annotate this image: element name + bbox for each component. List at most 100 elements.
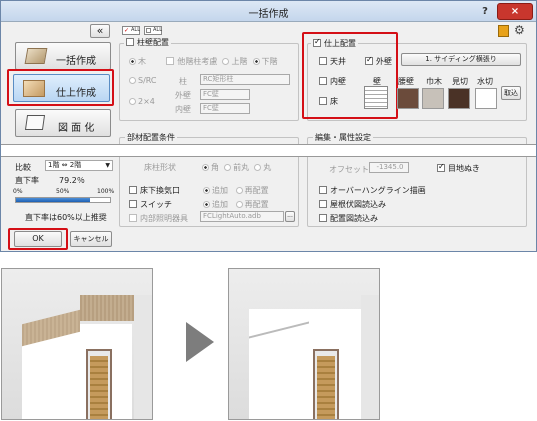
trim-label: 見切 bbox=[452, 77, 468, 86]
two-by-four-label: 2×4 bbox=[138, 97, 155, 106]
siding-button[interactable]: 1. サイディング横張り bbox=[401, 53, 521, 66]
floor-compare-select[interactable]: 1階 ⇔ 2階 ▼ bbox=[45, 160, 113, 171]
switch-checkbox[interactable] bbox=[129, 200, 137, 208]
offset-field[interactable]: -1345.0 bbox=[369, 162, 409, 173]
pillar-select[interactable]: RC矩形柱 bbox=[200, 74, 290, 85]
finish-checkbox[interactable] bbox=[313, 37, 321, 47]
column-wall-checkbox[interactable] bbox=[126, 38, 134, 46]
tab-bulk-create[interactable]: 一括作成 bbox=[15, 42, 111, 70]
square-radio[interactable] bbox=[202, 164, 209, 171]
baseboard-label: 巾木 bbox=[426, 77, 442, 86]
lighting-label: 内部照明器具 bbox=[140, 214, 188, 223]
round-radio[interactable] bbox=[254, 164, 262, 171]
lighting-file-field[interactable]: FCLightAuto.adb bbox=[200, 211, 284, 222]
vent-row: 床下換気口 bbox=[129, 185, 180, 196]
switch-mode: 追加 再配置 bbox=[203, 199, 269, 210]
upper-floor-radio[interactable] bbox=[222, 58, 230, 65]
ratio-label: 比較 bbox=[15, 163, 31, 172]
gear-icon[interactable]: ⚙ bbox=[514, 24, 525, 36]
drip-swatch[interactable] bbox=[475, 88, 497, 109]
direct-ratio-value: 79.2％ bbox=[59, 176, 85, 185]
vent-add-radio[interactable] bbox=[203, 187, 210, 194]
house-icon bbox=[24, 48, 48, 64]
roof-plan-row: 屋根伏図読込み bbox=[319, 199, 386, 210]
switch-replace-radio[interactable] bbox=[235, 201, 243, 208]
title-bar: 一括作成 ? × bbox=[1, 1, 536, 22]
overhang-row: オーバーハングライン描画 bbox=[319, 185, 426, 196]
round-label: 丸 bbox=[263, 163, 272, 172]
help-button[interactable]: ? bbox=[475, 3, 495, 20]
src-label: S/RC bbox=[138, 76, 157, 85]
group-title: 仕上配置 bbox=[324, 39, 356, 48]
inner-wall-finish-label: 内壁 bbox=[330, 77, 346, 86]
arrow-right-icon bbox=[186, 322, 214, 362]
right-wall bbox=[361, 295, 379, 419]
dropdown-arrow-icon: ▼ bbox=[105, 162, 110, 169]
tab-label: 図 面 化 bbox=[58, 123, 95, 134]
wood-radio[interactable] bbox=[129, 58, 136, 65]
front-round-radio[interactable] bbox=[224, 164, 232, 171]
ceiling-checkbox[interactable] bbox=[319, 57, 327, 65]
browse-button[interactable]: ... bbox=[285, 211, 295, 222]
floor-checkbox[interactable] bbox=[319, 97, 327, 105]
ok-button[interactable]: OK bbox=[14, 231, 62, 247]
wall-body bbox=[249, 309, 361, 419]
book-icon[interactable] bbox=[498, 25, 509, 37]
lighting-row: 内部照明器具 bbox=[129, 213, 188, 224]
uncheck-all-chip[interactable]: ALL bbox=[144, 26, 162, 35]
tab-label: 仕上作成 bbox=[56, 88, 96, 99]
direct-ratio-label: 直下率 bbox=[15, 176, 39, 185]
floor-label: 床 bbox=[330, 97, 338, 106]
collapse-button[interactable]: « bbox=[90, 24, 110, 38]
src-radio[interactable] bbox=[129, 77, 136, 84]
chip-label: ALL bbox=[131, 27, 140, 33]
tick-0: 0% bbox=[13, 188, 23, 195]
grain-checkbox[interactable] bbox=[437, 162, 445, 172]
members-title: 部材配置条件 bbox=[125, 132, 177, 143]
outer-wall-label: 外壁 bbox=[175, 91, 191, 100]
vent-checkbox[interactable] bbox=[129, 186, 137, 194]
tab-finish-create[interactable]: 仕上作成 bbox=[13, 74, 110, 102]
ratio-note: 直下率は60%以上推奨 bbox=[25, 213, 107, 222]
outer-wall-finish-label: 外壁 bbox=[376, 57, 392, 66]
baseboard-swatch[interactable] bbox=[422, 88, 444, 109]
door-frame bbox=[313, 349, 339, 419]
inner-wall-checkbox[interactable] bbox=[319, 77, 327, 85]
switch-add-radio[interactable] bbox=[203, 201, 210, 208]
door-panel bbox=[90, 356, 108, 419]
door-panel bbox=[317, 356, 335, 419]
cancel-button[interactable]: キャンセル bbox=[70, 231, 112, 247]
wood-label: 木 bbox=[138, 57, 146, 66]
edit-title: 編集・属性設定 bbox=[313, 132, 373, 143]
grain-label: 目地ぬき bbox=[448, 164, 480, 173]
lighting-checkbox[interactable] bbox=[129, 214, 137, 222]
two-by-four-radio[interactable] bbox=[129, 98, 136, 105]
import-button[interactable]: 取込 bbox=[501, 86, 521, 100]
outer-wall-select[interactable]: FC壁 bbox=[200, 89, 250, 100]
check-all-chip[interactable]: ✓ ALL bbox=[122, 26, 140, 35]
layout-plan-checkbox[interactable] bbox=[319, 214, 327, 222]
close-button[interactable]: × bbox=[497, 3, 533, 20]
column-wall-title: 柱壁配置 bbox=[124, 37, 171, 48]
floor-compare-value: 1階 ⇔ 2階 bbox=[48, 161, 82, 169]
replace-label: 再配置 bbox=[244, 200, 269, 209]
overhang-checkbox[interactable] bbox=[319, 186, 327, 194]
lower-label: 下階 bbox=[261, 57, 278, 66]
vent-replace-radio[interactable] bbox=[235, 187, 243, 194]
upper-label: 上階 bbox=[231, 57, 248, 66]
door-frame bbox=[86, 349, 112, 419]
outer-wall-checkbox[interactable] bbox=[365, 55, 373, 65]
wall-pattern-swatch[interactable] bbox=[364, 86, 388, 109]
lower-floor-radio[interactable] bbox=[252, 58, 260, 65]
overhang-label: オーバーハングライン描画 bbox=[330, 186, 426, 195]
tab-drawing[interactable]: 図 面 化 bbox=[15, 109, 111, 137]
consider-other-floor-check[interactable] bbox=[166, 57, 175, 65]
add-label: 追加 bbox=[212, 200, 228, 209]
after-image bbox=[228, 268, 380, 420]
chip-label: ALL bbox=[153, 27, 162, 33]
waist-wall-swatch[interactable] bbox=[397, 88, 419, 109]
trim-swatch[interactable] bbox=[448, 88, 470, 109]
roof-plan-checkbox[interactable] bbox=[319, 200, 327, 208]
inner-wall-select[interactable]: FC壁 bbox=[200, 103, 250, 114]
layout-plan-label: 配置図読込み bbox=[330, 214, 378, 223]
